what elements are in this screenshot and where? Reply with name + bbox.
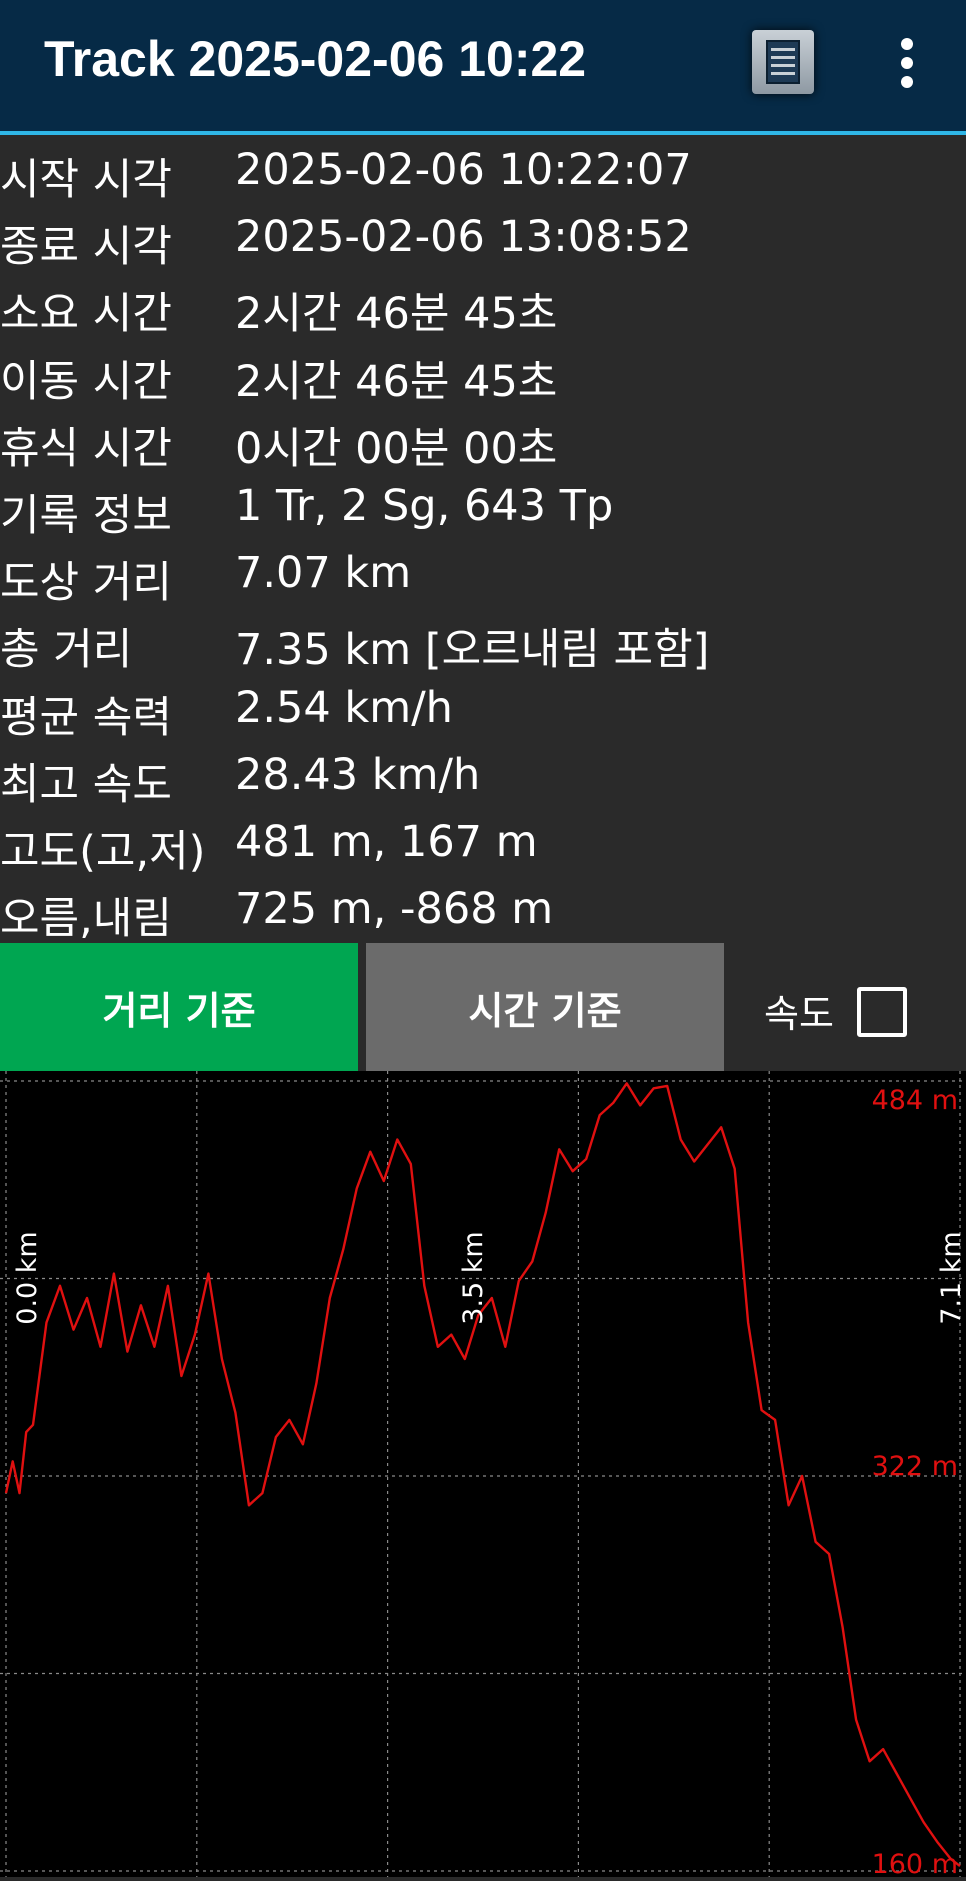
info-label: 평균 속력 xyxy=(0,692,172,743)
track-info-list: 시작 시각 2025-02-06 10:22:07 종료 시각 2025-02-… xyxy=(0,140,966,946)
speed-checkbox[interactable] xyxy=(857,987,907,1037)
info-row-map-distance: 도상 거리 7.07 km xyxy=(0,543,966,610)
info-label: 휴식 시간 xyxy=(0,423,172,474)
info-label: 소요 시간 xyxy=(0,289,172,340)
more-options-button[interactable] xyxy=(880,30,934,94)
x-tick-label-middle: 3.5 km xyxy=(458,1231,489,1324)
info-row-start-time: 시작 시각 2025-02-06 10:22:07 xyxy=(0,140,966,207)
info-row-max-speed: 최고 속도 28.43 km/h xyxy=(0,745,966,812)
chart-mode-bar: 거리 기준 시간 기준 속도 xyxy=(0,943,966,1071)
info-value: 0시간 00분 00초 xyxy=(235,423,558,474)
info-value: 481 m, 167 m xyxy=(235,816,538,867)
info-label: 오름,내림 xyxy=(0,894,172,945)
info-label: 고도(고,저) xyxy=(0,826,206,877)
info-row-total-distance: 총 거리 7.35 km [오르내림 포함] xyxy=(0,610,966,677)
info-value: 2025-02-06 10:22:07 xyxy=(235,145,692,195)
info-row-ascent-descent: 오름,내림 725 m, -868 m xyxy=(0,879,966,946)
info-value: 725 m, -868 m xyxy=(235,884,554,935)
y-tick-label-bottom: 160 m xyxy=(872,1849,958,1877)
elevation-series-line xyxy=(4,1082,961,1868)
info-value: 2.54 km/h xyxy=(235,682,453,733)
info-label: 기록 정보 xyxy=(0,490,172,541)
info-label: 시작 시각 xyxy=(0,155,172,205)
time-mode-button[interactable]: 시간 기준 xyxy=(366,943,724,1071)
speed-checkbox-label: 속도 xyxy=(764,992,834,1036)
info-value: 7.35 km [오르내림 포함] xyxy=(235,625,710,676)
info-value: 28.43 km/h xyxy=(235,749,481,800)
list-button[interactable] xyxy=(752,30,814,94)
app-bar: Track 2025-02-06 10:22 xyxy=(0,0,966,135)
distance-mode-button[interactable]: 거리 기준 xyxy=(0,943,358,1071)
list-icon xyxy=(766,40,800,84)
info-row-record-info: 기록 정보 1 Tr, 2 Sg, 643 Tp xyxy=(0,476,966,543)
chart-grid xyxy=(0,1071,966,1877)
x-tick-label-start: 0.0 km xyxy=(12,1231,43,1324)
y-tick-label-top: 484 m xyxy=(872,1085,958,1116)
info-row-average-speed: 평균 속력 2.54 km/h xyxy=(0,678,966,745)
info-label: 종료 시각 xyxy=(0,222,172,273)
info-value: 7.07 km xyxy=(235,548,412,599)
info-row-rest-time: 휴식 시간 0시간 00분 00초 xyxy=(0,409,966,476)
info-row-elapsed-time: 소요 시간 2시간 46분 45초 xyxy=(0,274,966,341)
y-tick-label-middle: 322 m xyxy=(872,1451,958,1482)
info-value: 2시간 46분 45초 xyxy=(235,356,558,407)
page-title: Track 2025-02-06 10:22 xyxy=(44,31,587,87)
info-row-moving-time: 이동 시간 2시간 46분 45초 xyxy=(0,342,966,409)
info-row-elevation: 고도(고,저) 481 m, 167 m xyxy=(0,812,966,879)
info-label: 최고 속도 xyxy=(0,759,172,810)
elevation-chart: 484 m 322 m 160 m 0.0 km 3.5 km 7.1 km xyxy=(0,1071,966,1880)
more-vert-icon xyxy=(901,38,913,88)
x-tick-label-end: 7.1 km xyxy=(936,1231,966,1324)
info-label: 총 거리 xyxy=(0,625,133,676)
info-value: 2시간 46분 45초 xyxy=(235,289,558,340)
info-label: 도상 거리 xyxy=(0,558,172,609)
elevation-chart-svg: 484 m 322 m 160 m 0.0 km 3.5 km 7.1 km xyxy=(0,1071,966,1880)
info-label: 이동 시간 xyxy=(0,356,172,407)
info-row-end-time: 종료 시각 2025-02-06 13:08:52 xyxy=(0,207,966,274)
info-value: 2025-02-06 13:08:52 xyxy=(235,212,692,263)
info-value: 1 Tr, 2 Sg, 643 Tp xyxy=(235,480,614,531)
